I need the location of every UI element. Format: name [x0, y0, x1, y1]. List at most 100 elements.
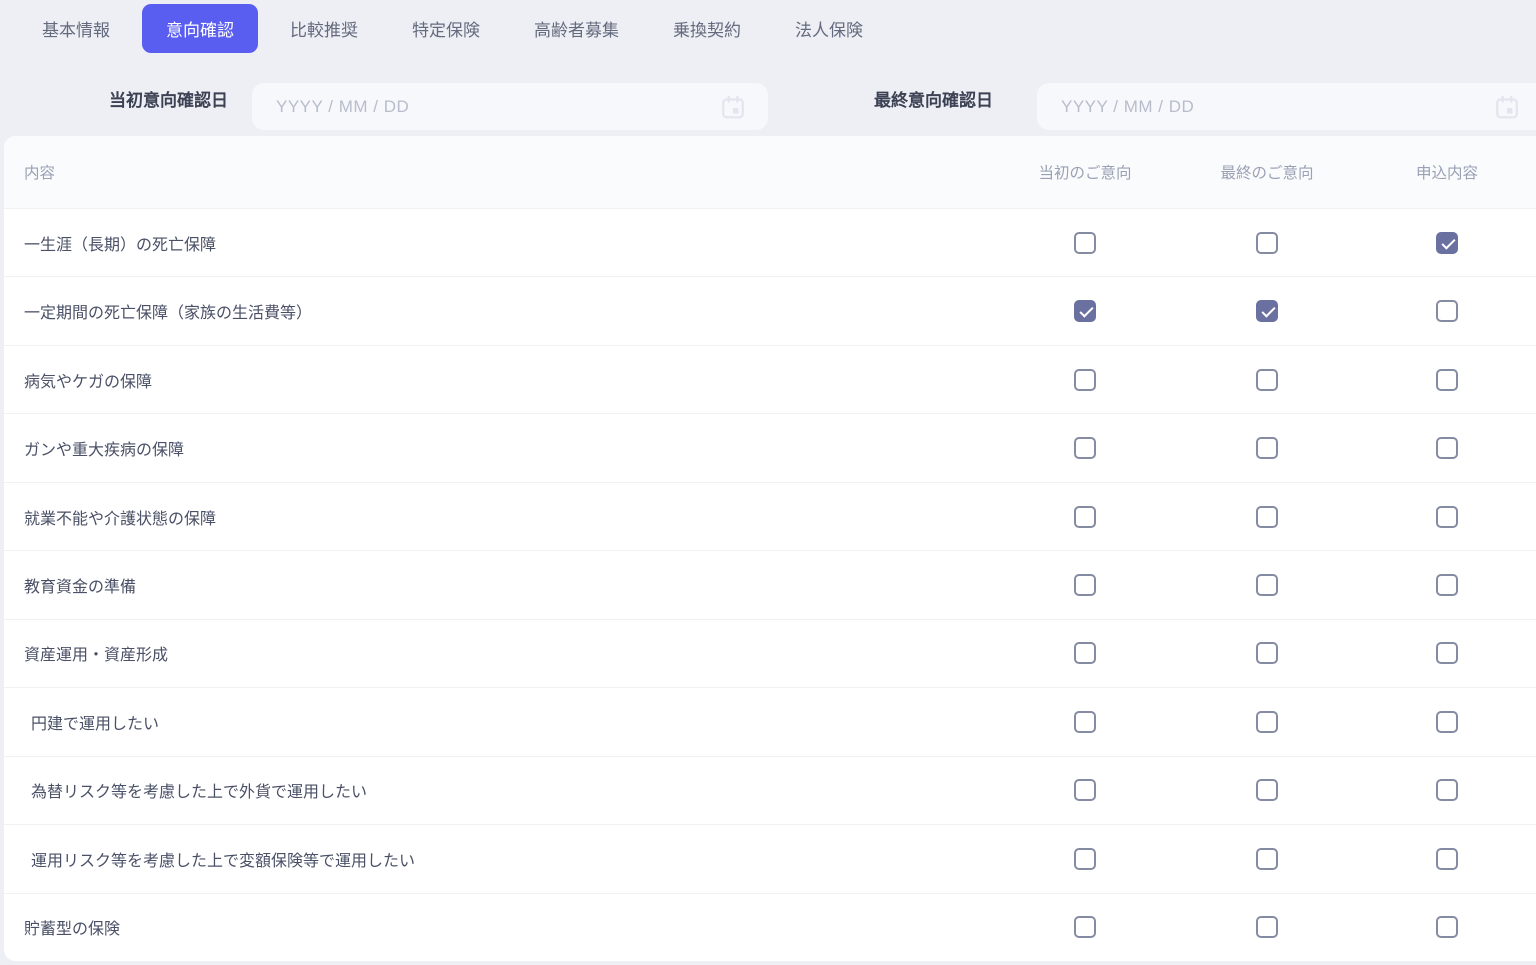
cell-initial-intent [994, 779, 1176, 802]
checkbox-initial-intent[interactable] [1074, 368, 1096, 391]
cell-final-intent [1176, 779, 1358, 802]
initial-date-input[interactable]: YYYY / MM / DD [252, 83, 768, 130]
date-filter-row: 当初意向確認日 YYYY / MM / DD 最終意向確認日 YYYY / MM… [0, 60, 1536, 136]
cell-application [1358, 573, 1536, 596]
cell-initial-intent [994, 642, 1176, 665]
checkbox-final-intent[interactable] [1256, 368, 1278, 391]
initial-date-label: 当初意向確認日 [109, 90, 228, 110]
row-label: 教育資金の準備 [24, 578, 137, 596]
checkbox-final-intent[interactable] [1256, 300, 1278, 323]
table-header: 内容 当初のご意向 最終のご意向 申込内容 [4, 136, 1536, 208]
row-label: 病気やケガの保障 [24, 373, 153, 391]
cell-initial-intent [994, 300, 1176, 323]
checkbox-initial-intent[interactable] [1074, 779, 1096, 802]
row-label: 運用リスク等を考慮した上で変額保険等で運用したい [31, 852, 416, 870]
cell-final-intent [1176, 368, 1358, 391]
checkbox-application[interactable] [1436, 573, 1458, 596]
checkbox-initial-intent[interactable] [1074, 710, 1096, 733]
table-row: 病気やケガの保障 [4, 344, 1536, 414]
checkbox-application[interactable] [1436, 916, 1458, 939]
table-row: 円建で運用したい [4, 687, 1536, 756]
checkbox-final-intent[interactable] [1256, 437, 1278, 460]
checkbox-application[interactable] [1436, 300, 1458, 323]
final-date-placeholder: YYYY / MM / DD [1061, 96, 1195, 116]
row-label: 一定期間の死亡保障（家族の生活費等） [24, 305, 313, 323]
checkbox-application[interactable] [1436, 368, 1458, 391]
tab-4[interactable]: 特定保険 [412, 16, 480, 41]
calendar-icon[interactable] [720, 94, 746, 120]
checkbox-application[interactable] [1436, 437, 1458, 460]
table-row: 資産運用・資産形成 [4, 618, 1536, 688]
cell-application [1358, 300, 1536, 323]
table-row: 一定期間の死亡保障（家族の生活費等） [4, 276, 1536, 345]
checkbox-final-intent[interactable] [1256, 642, 1278, 665]
checkbox-application[interactable] [1436, 779, 1458, 802]
checkbox-final-intent[interactable] [1256, 847, 1278, 870]
cell-final-intent [1176, 505, 1358, 528]
checkbox-initial-intent[interactable] [1074, 505, 1096, 528]
cell-application [1358, 368, 1536, 391]
checkbox-final-intent[interactable] [1256, 231, 1278, 254]
row-label: ガンや重大疾病の保障 [24, 442, 185, 460]
checkbox-application[interactable] [1436, 847, 1458, 870]
row-label: 貯蓄型の保険 [24, 921, 121, 939]
tab-6[interactable]: 乗換契約 [673, 16, 741, 41]
row-label: 為替リスク等を考慮した上で外貨で運用したい [31, 784, 368, 802]
initial-date-placeholder: YYYY / MM / DD [276, 96, 410, 116]
cell-application [1358, 231, 1536, 254]
cell-initial-intent [994, 573, 1176, 596]
checkbox-final-intent[interactable] [1256, 505, 1278, 528]
table-row: 教育資金の準備 [4, 550, 1536, 619]
cell-application [1358, 437, 1536, 460]
cell-final-intent [1176, 710, 1358, 733]
tab-1[interactable]: 基本情報 [42, 16, 110, 41]
tab-7[interactable]: 法人保険 [795, 16, 863, 41]
checkbox-application[interactable] [1436, 710, 1458, 733]
cell-application [1358, 916, 1536, 939]
table-row: 一生涯（長期）の死亡保障 [4, 208, 1536, 277]
tab-3[interactable]: 比較推奨 [290, 16, 358, 41]
checkbox-application[interactable] [1436, 231, 1458, 254]
row-label: 円建で運用したい [31, 715, 160, 733]
checkbox-initial-intent[interactable] [1074, 642, 1096, 665]
row-label: 資産運用・資産形成 [24, 647, 169, 665]
tab-bar: 基本情報 意向確認 比較推奨 特定保険 高齢者募集 乗換契約 法人保険 [0, 3, 1536, 53]
cell-initial-intent [994, 710, 1176, 733]
row-label: 一生涯（長期）の死亡保障 [24, 236, 217, 254]
checkbox-application[interactable] [1436, 505, 1458, 528]
checkbox-final-intent[interactable] [1256, 779, 1278, 802]
cell-application [1358, 779, 1536, 802]
cell-application [1358, 642, 1536, 665]
header-final-intent: 最終のご意向 [1220, 165, 1314, 182]
cell-final-intent [1176, 437, 1358, 460]
cell-application [1358, 710, 1536, 733]
cell-final-intent [1176, 231, 1358, 254]
header-initial-intent: 当初のご意向 [1038, 165, 1132, 182]
checkbox-application[interactable] [1436, 642, 1458, 665]
calendar-icon[interactable] [1494, 94, 1520, 120]
checkbox-initial-intent[interactable] [1074, 573, 1096, 596]
intent-table: 内容 当初のご意向 最終のご意向 申込内容 一生涯（長期）の死亡保障 一定期間の… [4, 136, 1536, 961]
checkbox-final-intent[interactable] [1256, 710, 1278, 733]
table-body: 一生涯（長期）の死亡保障 一定期間の死亡保障（家族の生活費等） 病気やケガの保障 [4, 208, 1536, 961]
cell-final-intent [1176, 300, 1358, 323]
checkbox-final-intent[interactable] [1256, 916, 1278, 939]
tab-2-active[interactable]: 意向確認 [142, 3, 258, 53]
final-date-label: 最終意向確認日 [874, 90, 993, 110]
cell-initial-intent [994, 505, 1176, 528]
checkbox-initial-intent[interactable] [1074, 437, 1096, 460]
table-row: 就業不能や介護状態の保障 [4, 481, 1536, 551]
table-row: ガンや重大疾病の保障 [4, 413, 1536, 482]
row-label: 就業不能や介護状態の保障 [24, 510, 217, 528]
final-date-input[interactable]: YYYY / MM / DD [1037, 83, 1536, 130]
tab-5[interactable]: 高齢者募集 [534, 16, 619, 41]
table-row: 運用リスク等を考慮した上で変額保険等で運用したい [4, 824, 1536, 893]
checkbox-final-intent[interactable] [1256, 573, 1278, 596]
checkbox-initial-intent[interactable] [1074, 231, 1096, 254]
checkbox-initial-intent[interactable] [1074, 300, 1096, 323]
cell-initial-intent [994, 437, 1176, 460]
checkbox-initial-intent[interactable] [1074, 916, 1096, 939]
cell-final-intent [1176, 847, 1358, 870]
checkbox-initial-intent[interactable] [1074, 847, 1096, 870]
cell-initial-intent [994, 916, 1176, 939]
